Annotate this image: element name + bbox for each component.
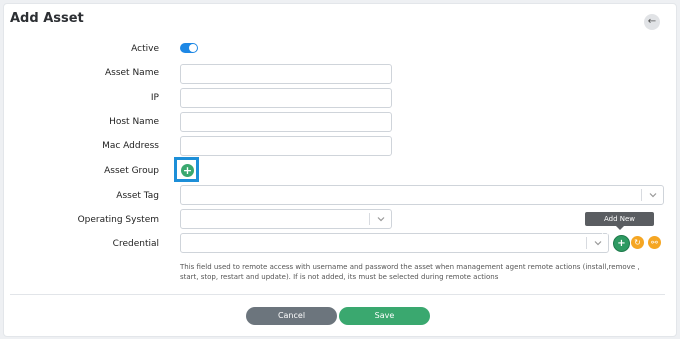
asset-tag-select[interactable]: [180, 185, 664, 205]
operating-system-select[interactable]: [180, 209, 392, 229]
credential-label: Credential: [112, 239, 159, 249]
host-name-input[interactable]: [180, 112, 392, 132]
credential-help-text: This field used to remote access with us…: [180, 263, 640, 281]
active-label: Active: [131, 44, 159, 54]
add-new-credential-tooltip: Add New Credential: [585, 212, 654, 237]
link-credential-button[interactable]: ⚯: [648, 236, 661, 249]
select-separator: [586, 237, 587, 249]
plus-icon: +: [617, 238, 626, 249]
refresh-icon: ↻: [634, 238, 641, 247]
add-credential-button[interactable]: +: [613, 235, 630, 252]
asset-tag-label: Asset Tag: [116, 191, 159, 201]
plus-icon: +: [182, 164, 193, 177]
mac-address-label: Mac Address: [102, 141, 159, 151]
select-separator: [369, 213, 370, 225]
active-toggle[interactable]: [180, 43, 198, 53]
operating-system-label: Operating System: [77, 215, 159, 225]
ip-label: IP: [150, 93, 159, 103]
chevron-down-icon: [377, 217, 385, 222]
divider: [10, 294, 665, 295]
ip-input[interactable]: [180, 88, 392, 108]
chevron-down-icon: [649, 193, 657, 198]
link-icon: ⚯: [651, 238, 658, 247]
host-name-label: Host Name: [109, 117, 159, 127]
save-button[interactable]: Save: [339, 307, 430, 325]
credential-select[interactable]: [180, 233, 609, 253]
asset-group-label: Asset Group: [104, 166, 159, 176]
add-asset-group-button[interactable]: +: [181, 164, 194, 177]
page-title: Add Asset: [10, 11, 84, 26]
refresh-credential-button[interactable]: ↻: [631, 236, 644, 249]
back-button[interactable]: ←: [644, 14, 660, 30]
asset-name-input[interactable]: [180, 64, 392, 84]
select-separator: [641, 189, 642, 201]
cancel-button[interactable]: Cancel: [246, 307, 337, 325]
asset-name-label: Asset Name: [104, 68, 159, 78]
mac-address-input[interactable]: [180, 136, 392, 156]
arrow-left-icon: ←: [647, 16, 657, 27]
